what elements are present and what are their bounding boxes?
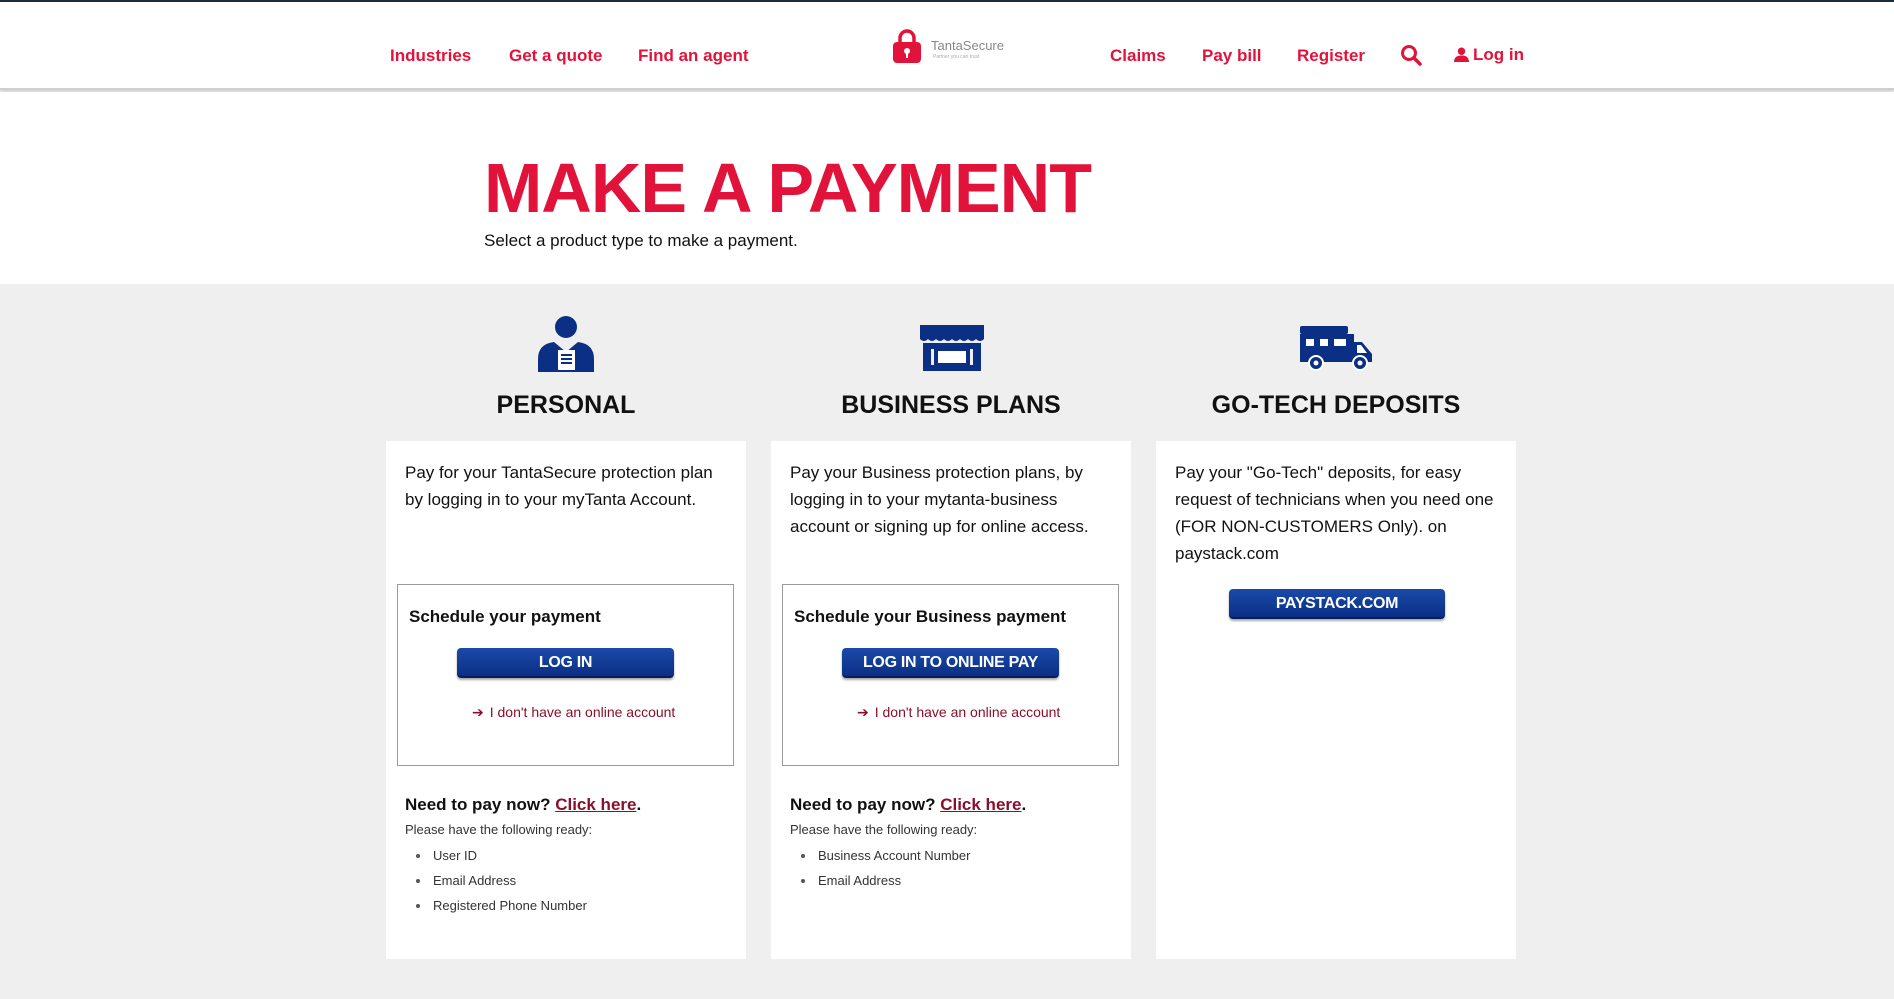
logo-name: TantaSecure xyxy=(931,38,1004,53)
personal-schedule-box: Schedule your payment LOG IN ➔ I don't ha… xyxy=(397,584,734,766)
personal-heading: PERSONAL xyxy=(496,391,636,419)
gotech-description: Pay your "Go-Tech" deposits, for easy re… xyxy=(1175,463,1494,563)
paystack-button[interactable]: PAYSTACK.COM xyxy=(1229,589,1445,619)
rv-vehicle-icon xyxy=(1300,326,1372,371)
gotech-card: Pay your "Go-Tech" deposits, for easy re… xyxy=(1156,441,1516,959)
business-no-account-link[interactable]: ➔ I don't have an online account xyxy=(857,704,1060,721)
personal-ready-note: Please have the following ready: xyxy=(405,822,593,837)
login-label: Log in xyxy=(1473,45,1524,64)
arrow-right-icon: ➔ xyxy=(857,704,869,720)
business-login-button[interactable]: LOG IN TO ONLINE PAY xyxy=(842,648,1059,678)
business-pay-now: Need to pay now? Click here. xyxy=(790,795,1026,815)
page-title: MAKE A PAYMENT xyxy=(484,149,1092,227)
personal-pay-now-period: . xyxy=(636,795,642,814)
business-card: Pay your Business protection plans, by l… xyxy=(771,441,1131,959)
list-item: Business Account Number xyxy=(790,843,970,868)
business-heading: BUSINESS PLANS xyxy=(841,391,1061,419)
arrow-right-icon: ➔ xyxy=(472,704,484,720)
list-item: Email Address xyxy=(790,868,970,893)
user-icon xyxy=(1454,47,1469,62)
business-schedule-box: Schedule your Business payment LOG IN TO… xyxy=(782,584,1119,766)
personal-card: Pay for your TantaSecure protection plan… xyxy=(386,441,746,959)
business-ready-note: Please have the following ready: xyxy=(790,822,978,837)
nav-get-a-quote[interactable]: Get a quote xyxy=(509,46,603,66)
search-icon[interactable] xyxy=(1400,44,1422,66)
storefront-icon xyxy=(920,325,984,371)
business-ready-list: Business Account Number Email Address xyxy=(790,843,970,893)
site-header: Industries Get a quote Find an agent Tan… xyxy=(0,2,1894,90)
nav-claims[interactable]: Claims xyxy=(1110,46,1166,66)
personal-login-button[interactable]: LOG IN xyxy=(457,648,674,678)
personal-schedule-title: Schedule your payment xyxy=(409,607,601,626)
business-pay-now-period: . xyxy=(1021,795,1027,814)
nav-pay-bill[interactable]: Pay bill xyxy=(1202,46,1262,66)
nav-find-an-agent[interactable]: Find an agent xyxy=(638,46,749,66)
personal-click-here-link[interactable]: Click here xyxy=(555,795,636,814)
personal-ready-list: User ID Email Address Registered Phone N… xyxy=(405,843,587,918)
personal-description: Pay for your TantaSecure protection plan… xyxy=(405,463,713,509)
personal-pay-now: Need to pay now? Click here. xyxy=(405,795,641,815)
site-logo[interactable]: TantaSecure Partner you can trust xyxy=(891,28,1011,64)
nav-industries[interactable]: Industries xyxy=(390,46,471,66)
business-no-account-label: I don't have an online account xyxy=(874,704,1061,720)
nav-register[interactable]: Register xyxy=(1297,46,1365,66)
business-schedule-title: Schedule your Business payment xyxy=(794,607,1067,626)
logo-tagline: Partner you can trust xyxy=(933,54,980,60)
business-click-here-link[interactable]: Click here xyxy=(940,795,1021,814)
hero-section: MAKE A PAYMENT Select a product type to … xyxy=(0,92,1894,284)
gotech-heading: GO-TECH DEPOSITS xyxy=(1211,391,1461,419)
page-subtitle: Select a product type to make a payment. xyxy=(484,231,798,250)
list-item: User ID xyxy=(405,843,587,868)
person-document-icon xyxy=(538,316,594,372)
list-item: Registered Phone Number xyxy=(405,893,587,918)
personal-no-account-label: I don't have an online account xyxy=(489,704,676,720)
business-description: Pay your Business protection plans, by l… xyxy=(790,463,1089,536)
login-link[interactable]: Log in xyxy=(1454,45,1524,65)
personal-pay-now-label: Need to pay now? xyxy=(405,795,551,814)
personal-no-account-link[interactable]: ➔ I don't have an online account xyxy=(472,704,675,721)
lock-icon xyxy=(893,29,921,63)
business-pay-now-label: Need to pay now? xyxy=(790,795,936,814)
list-item: Email Address xyxy=(405,868,587,893)
